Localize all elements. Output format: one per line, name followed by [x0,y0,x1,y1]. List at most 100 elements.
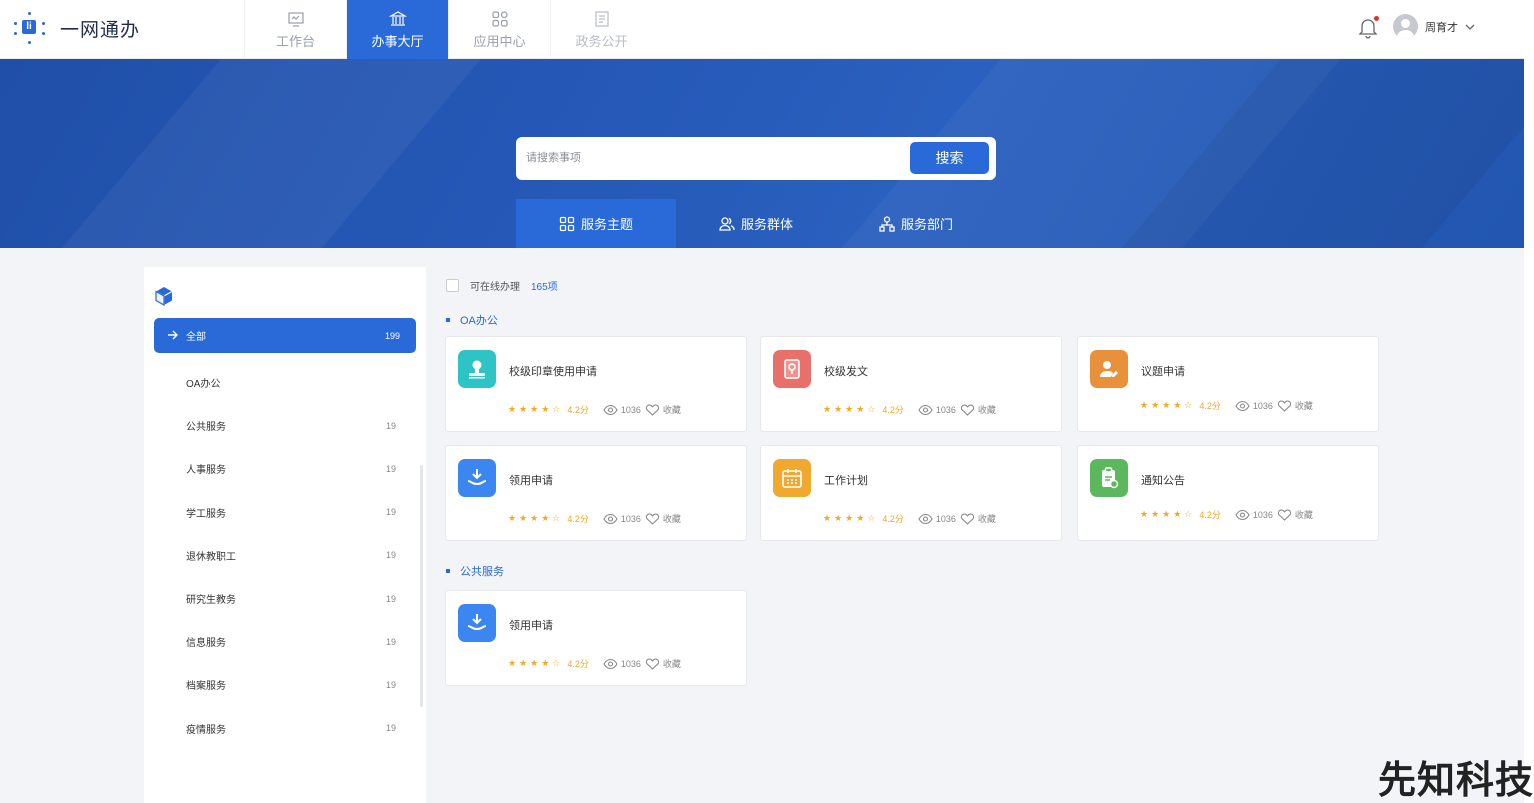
card-meta: ★★★★☆ 4.2分 1036 收藏 [823,512,996,525]
favorite-button[interactable]: 收藏 [960,403,996,416]
card-title: 议题申请 [1141,366,1185,378]
sidebar-item-label: 公共服务 [186,422,226,434]
sidebar-item-hr-service[interactable]: 人事服务 19 [154,447,416,490]
card-views: 1036 [918,404,956,416]
favorite-button[interactable]: 收藏 [645,657,681,670]
nav-app-center-label: 应用中心 [473,33,526,49]
favorite-label: 收藏 [662,514,681,524]
heart-icon [960,512,974,525]
card-meta: ★★★★☆ 4.2分 1036 收藏 [823,403,996,416]
eye-icon [918,404,933,415]
sidebar-item-count: 19 [385,507,396,518]
service-card[interactable]: 领用申请 ★★★★☆ 4.2分 1036 收藏 [445,590,747,686]
tab-service-theme[interactable]: 服务主题 [516,199,676,248]
sidebar-item-epidemic-service[interactable]: 疫情服务 19 [154,707,416,750]
card-views: 1036 [603,404,641,416]
favorite-button[interactable]: 收藏 [645,403,681,416]
tab-service-department[interactable]: 服务部门 [836,199,996,248]
favorite-button[interactable]: 收藏 [645,512,681,525]
card-rating: 4.2分 [1199,510,1221,520]
search-input[interactable] [526,146,906,170]
tab-service-group-label: 服务群体 [740,217,793,232]
sidebar-item-label: 退休教职工 [186,551,236,563]
hero-banner: 搜索 服务主题 服务群体 服务部门 [0,59,1524,248]
service-tabs: 服务主题 服务群体 服务部门 [516,199,996,248]
card-view-count: 1036 [620,658,641,669]
heart-icon [645,657,659,670]
bank-icon [388,10,407,26]
favorite-button[interactable]: 收藏 [960,512,996,525]
service-card[interactable]: 校级发文 ★★★★☆ 4.2分 1036 收藏 [760,336,1062,432]
sidebar-item-student-service[interactable]: 学工服务 19 [154,491,416,534]
sidebar-item-archive-service[interactable]: 档案服务 19 [154,663,416,706]
card-meta: ★★★★☆ 4.2分 1036 收藏 [508,403,681,416]
sidebar-item-count: 19 [385,463,396,474]
avatar[interactable] [1393,14,1418,39]
app-logo[interactable]: li 一网通办 [14,12,140,44]
nav-workbench-label: 工作台 [275,33,315,49]
online-filter-checkbox[interactable] [446,279,459,292]
rating-stars: ★★★★☆ [508,513,564,523]
card-meta: ★★★★☆ 4.2分 1036 收藏 [1140,508,1313,521]
service-card[interactable]: 通知公告 ★★★★☆ 4.2分 1036 收藏 [1077,445,1379,541]
service-card[interactable]: 工作计划 ★★★★☆ 4.2分 1036 收藏 [760,445,1062,541]
sidebar-scrollbar[interactable] [420,465,423,707]
nav-app-center[interactable]: 应用中心 [448,0,550,59]
monitor-icon [287,11,304,27]
favorite-label: 收藏 [1294,510,1313,520]
sidebar-item-retired-staff[interactable]: 退休教职工 19 [154,534,416,577]
top-nav: 工作台 办事大厅 应用中心 政务公开 [244,0,652,59]
card-meta: ★★★★☆ 4.2分 1036 收藏 [1140,399,1313,412]
service-card[interactable]: 领用申请 ★★★★☆ 4.2分 1036 收藏 [445,445,747,541]
card-views: 1036 [1235,400,1273,412]
favorite-label: 收藏 [662,659,681,669]
user-edit-icon [1090,350,1128,388]
card-rating: 4.2分 [567,405,589,415]
favorite-label: 收藏 [662,405,681,415]
card-rating: 4.2分 [882,405,904,415]
favorite-button[interactable]: 收藏 [1277,508,1313,521]
card-title: 校级发文 [824,366,868,378]
user-area: 周育才 [1357,14,1476,39]
section-marker [446,318,450,322]
section-title-text: OA办公 [460,315,498,327]
sidebar-item-graduate-affairs[interactable]: 研究生教务 19 [154,577,416,620]
document-icon [773,350,811,388]
search-button[interactable]: 搜索 [910,142,989,174]
sidebar-item-label: 档案服务 [186,681,226,693]
card-views: 1036 [603,513,641,525]
sidebar-item-public-service[interactable]: 公共服务 19 [154,404,416,447]
card-view-count: 1036 [1252,400,1273,411]
sidebar-item-oa[interactable]: OA办公 [154,361,416,404]
card-title: 通知公告 [1141,475,1185,487]
nav-service-hall[interactable]: 办事大厅 [346,0,448,59]
favorite-button[interactable]: 收藏 [1277,399,1313,412]
filter-row: 可在线办理 165项 [446,278,558,293]
card-views: 1036 [1235,509,1273,521]
service-card[interactable]: 议题申请 ★★★★☆ 4.2分 1036 收藏 [1077,336,1379,432]
sidebar-item-count: 19 [385,550,396,561]
notification-bell-icon[interactable] [1357,15,1379,39]
card-rating: 4.2分 [567,659,589,669]
card-view-count: 1036 [935,513,956,524]
eye-icon [603,658,618,669]
nav-public-affairs[interactable]: 政务公开 [550,0,652,59]
tab-service-group[interactable]: 服务群体 [676,199,836,248]
user-name[interactable]: 周育才 [1425,19,1458,35]
download-hand-icon [458,459,496,497]
rating-stars: ★★★★☆ [823,513,879,523]
card-view-count: 1036 [935,404,956,415]
favorite-label: 收藏 [977,514,996,524]
heart-icon [1277,399,1291,412]
eye-icon [603,513,618,524]
service-card[interactable]: 校级印章使用申请 ★★★★☆ 4.2分 1036 收藏 [445,336,747,432]
document-icon [594,10,609,27]
heart-icon [1277,508,1291,521]
card-meta: ★★★★☆ 4.2分 1036 收藏 [508,512,681,525]
chevron-down-icon[interactable] [1464,21,1476,33]
sidebar-item-all[interactable]: 全部 199 [154,318,416,353]
nav-workbench[interactable]: 工作台 [244,0,346,59]
sidebar-item-info-service[interactable]: 信息服务 19 [154,620,416,663]
top-header: li 一网通办 工作台 办事大厅 应用中心 政务公开 周育才 [0,0,1524,59]
card-rating: 4.2分 [1199,401,1221,411]
